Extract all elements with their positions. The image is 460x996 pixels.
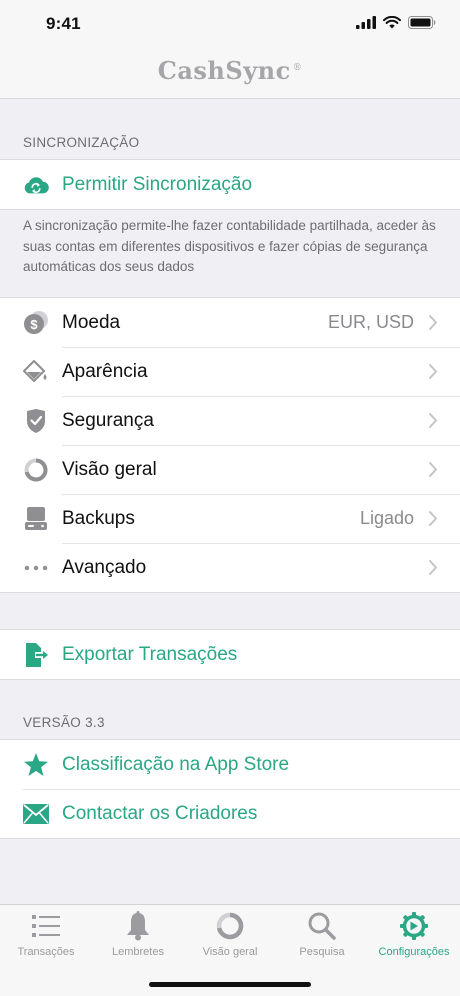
chevron-right-icon bbox=[429, 511, 437, 526]
nav-bar: CashSync ® bbox=[0, 46, 460, 99]
more-dots-icon bbox=[23, 555, 49, 581]
chevron-right-icon bbox=[429, 315, 437, 330]
list-icon bbox=[0, 909, 92, 943]
signal-icon bbox=[356, 16, 376, 29]
chevron-right-icon bbox=[429, 413, 437, 428]
tab-label: Lembretes bbox=[112, 946, 164, 958]
app-title: CashSync ® bbox=[158, 56, 302, 85]
contact-creators-row[interactable]: Contactar os Criadores bbox=[0, 789, 460, 838]
settings-row-label: Moeda bbox=[62, 311, 121, 333]
export-icon bbox=[23, 642, 49, 668]
settings-row-security[interactable]: Segurança bbox=[0, 396, 460, 445]
tab-reminders[interactable]: Lembretes bbox=[92, 909, 184, 958]
tab-overview[interactable]: Visão geral bbox=[184, 909, 276, 958]
settings-row-label: Backups bbox=[62, 507, 135, 529]
settings-row-label: Aparência bbox=[62, 360, 148, 382]
about-group: Classificação na App Store Contactar os … bbox=[0, 739, 460, 839]
battery-icon bbox=[408, 16, 436, 29]
enable-sync-row[interactable]: Permitir Sincronização bbox=[0, 160, 460, 209]
sync-group: Permitir Sincronização bbox=[0, 159, 460, 210]
svg-text:$: $ bbox=[30, 317, 38, 332]
chevron-right-icon bbox=[429, 560, 437, 575]
export-transactions-row[interactable]: Exportar Transações bbox=[0, 630, 460, 679]
rate-app-label: Classificação na App Store bbox=[62, 753, 290, 775]
settings-row-label: Visão geral bbox=[62, 458, 157, 480]
export-transactions-label: Exportar Transações bbox=[62, 643, 238, 665]
settings-group: $ Moeda EUR, USD Aparência Segurança Vis… bbox=[0, 297, 460, 593]
settings-row-currency[interactable]: $ Moeda EUR, USD bbox=[0, 298, 460, 347]
section-header-sync: SINCRONIZAÇÃO bbox=[23, 135, 140, 150]
chevron-right-icon bbox=[429, 462, 437, 477]
settings-row-value: Ligado bbox=[359, 508, 414, 528]
settings-row-value: EUR, USD bbox=[327, 312, 414, 332]
tab-transactions[interactable]: Transações bbox=[0, 909, 92, 958]
backup-drive-icon bbox=[23, 506, 49, 532]
currency-icon: $ bbox=[23, 310, 49, 336]
enable-sync-label: Permitir Sincronização bbox=[62, 173, 253, 195]
tab-settings[interactable]: Configurações bbox=[368, 909, 460, 958]
tab-label: Transações bbox=[17, 946, 75, 958]
wifi-icon bbox=[383, 16, 401, 29]
export-group: Exportar Transações bbox=[0, 629, 460, 680]
tab-label: Visão geral bbox=[202, 946, 258, 958]
section-header-version: VERSÃO 3.3 bbox=[23, 715, 105, 730]
rate-app-row[interactable]: Classificação na App Store bbox=[0, 740, 460, 789]
cloud-sync-icon bbox=[23, 172, 49, 198]
search-icon bbox=[276, 909, 368, 943]
settings-row-appearance[interactable]: Aparência bbox=[0, 347, 460, 396]
tab-label: Configurações bbox=[378, 946, 450, 958]
status-bar: 9:41 bbox=[0, 0, 460, 46]
bell-icon bbox=[92, 909, 184, 943]
status-icons bbox=[356, 16, 436, 29]
settings-row-backups[interactable]: Backups Ligado bbox=[0, 494, 460, 543]
tab-search[interactable]: Pesquisa bbox=[276, 909, 368, 958]
sync-description: A sincronização permite-lhe fazer contab… bbox=[23, 218, 436, 274]
settings-row-advanced[interactable]: Avançado bbox=[0, 543, 460, 592]
trademark-mark: ® bbox=[292, 63, 303, 73]
shield-icon bbox=[23, 408, 49, 434]
home-indicator bbox=[149, 982, 311, 987]
chevron-right-icon bbox=[429, 364, 437, 379]
overview-ring-icon bbox=[184, 909, 276, 943]
overview-ring-icon bbox=[23, 457, 49, 483]
contact-creators-label: Contactar os Criadores bbox=[62, 802, 258, 824]
settings-row-overview[interactable]: Visão geral bbox=[0, 445, 460, 494]
paint-bucket-icon bbox=[23, 359, 49, 385]
gear-icon bbox=[368, 909, 460, 943]
star-icon bbox=[23, 752, 49, 778]
status-time: 9:41 bbox=[46, 14, 81, 33]
app-title-text: CashSync bbox=[157, 56, 291, 85]
envelope-icon bbox=[23, 801, 49, 827]
tab-label: Pesquisa bbox=[299, 946, 345, 958]
settings-row-label: Avançado bbox=[62, 556, 147, 578]
settings-row-label: Segurança bbox=[62, 409, 154, 431]
